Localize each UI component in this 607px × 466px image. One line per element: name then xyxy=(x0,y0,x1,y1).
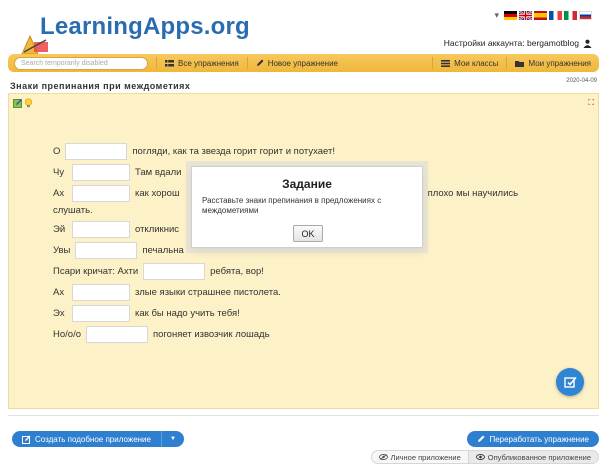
rework-label: Переработать упражнение xyxy=(489,434,589,444)
search-input[interactable]: Search temporarily disabled xyxy=(14,56,148,70)
footer-divider xyxy=(8,415,599,416)
line-suffix: погляди, как та звезда горит горит и пот… xyxy=(132,146,335,157)
create-similar-label: Создать подобное приложение xyxy=(35,434,151,444)
menu-new-exercise-label: Новое упражнение xyxy=(267,58,338,68)
exercise-line: Псари кричат: Ахти ребята, вор! xyxy=(53,263,264,280)
lightbulb-icon[interactable] xyxy=(24,98,33,108)
line-prefix: О xyxy=(53,146,61,157)
menu-right: Мои классы Мои упражнения xyxy=(432,57,599,69)
line-suffix: печальна xyxy=(142,245,184,256)
flag-ru-icon[interactable] xyxy=(579,11,592,20)
published-app-option[interactable]: Опубликованное приложение xyxy=(468,450,599,464)
line-tail: плохо мы научились xyxy=(427,188,519,199)
page-date: 2020-04-09 xyxy=(566,78,597,84)
folder-icon xyxy=(515,60,525,67)
line-suffix: откликнис xyxy=(135,224,179,235)
dialog-text: Расставьте знаки препинания в предложени… xyxy=(202,196,382,215)
menu-all-exercises-label: Все упражнения xyxy=(178,58,239,68)
line-suffix: погоняет извозчик лошадь xyxy=(153,329,270,340)
published-app-label: Опубликованное приложение xyxy=(487,452,591,462)
edit-icon xyxy=(22,435,31,444)
line-prefix: Увы xyxy=(53,245,71,256)
line-prefix: Ах xyxy=(53,188,65,199)
check-answers-button[interactable] xyxy=(556,368,584,396)
menu-new-exercise[interactable]: Новое упражнение xyxy=(246,57,346,69)
flag-it-icon[interactable] xyxy=(564,11,577,20)
exercise-line: Но/о/о погоняет извозчик лошадь xyxy=(53,326,270,343)
ok-button[interactable]: OK xyxy=(293,225,323,242)
menu-all-exercises[interactable]: Все упражнения xyxy=(156,57,247,69)
page-title: Знаки препинания при междометиях xyxy=(10,81,191,91)
eye-slash-icon xyxy=(378,454,388,460)
answer-input[interactable] xyxy=(72,305,130,322)
menu-my-apps[interactable]: Мои упражнения xyxy=(506,57,599,69)
answer-input[interactable] xyxy=(72,284,130,301)
flag-es-icon[interactable] xyxy=(534,11,547,20)
line-suffix: злые языки страшнее пистолета. xyxy=(135,287,281,298)
fullscreen-icon[interactable]: ⛶ xyxy=(588,98,594,108)
line-prefix: Псари кричат: Ахти xyxy=(53,266,139,277)
line-suffix: как бы надо учить тебя! xyxy=(135,308,240,319)
exercise-line: Увы печальна xyxy=(53,242,184,259)
line-prefix: Эй xyxy=(53,224,66,235)
line-suffix: ребята, вор! xyxy=(210,266,264,277)
exercise-line: О погляди, как та звезда горит горит и п… xyxy=(53,143,335,160)
pencil-icon xyxy=(478,435,485,442)
logo-text: LearningApps.org xyxy=(40,13,250,40)
answer-input[interactable] xyxy=(75,242,138,259)
exercise-line: Эй откликнис xyxy=(53,221,179,238)
line-text: слушать. xyxy=(53,205,93,216)
flag-de-icon[interactable] xyxy=(504,11,517,20)
exercise-tools xyxy=(13,98,33,108)
grid-icon xyxy=(165,59,174,66)
pencil-icon xyxy=(256,59,264,66)
answer-input[interactable] xyxy=(143,263,206,280)
chevron-down-icon[interactable]: ▾ xyxy=(494,10,499,21)
chevron-down-icon[interactable]: ▼ xyxy=(160,431,184,447)
rework-button[interactable]: Переработать упражнение xyxy=(467,431,599,447)
menu-my-apps-label: Мои упражнения xyxy=(528,58,591,68)
line-suffix: Там вдали xyxy=(135,167,182,178)
answer-input[interactable] xyxy=(86,326,148,343)
exercise-line: Эх как бы надо учить тебя! xyxy=(53,305,240,322)
menu-bar: Search temporarily disabled Все упражнен… xyxy=(8,54,599,72)
user-icon xyxy=(583,39,592,48)
exercise-line: слушать. xyxy=(53,205,93,216)
line-prefix: Ах xyxy=(53,287,65,298)
line-prefix: Чу xyxy=(53,167,65,178)
answer-input[interactable] xyxy=(72,164,130,181)
private-app-label: Личное приложение xyxy=(390,452,461,462)
task-dialog: Задание Расставьте знаки препинания в пр… xyxy=(191,166,423,248)
logo[interactable]: LearningApps.org xyxy=(10,4,250,56)
flag-gb-icon[interactable] xyxy=(519,11,532,20)
answer-input[interactable] xyxy=(65,143,128,160)
menu-my-classes-label: Мои классы xyxy=(454,58,499,68)
answer-input[interactable] xyxy=(72,221,130,238)
flag-fr-icon[interactable] xyxy=(549,11,562,20)
line-suffix: как хорош xyxy=(135,188,180,199)
list-icon xyxy=(441,59,451,67)
check-edit-icon xyxy=(563,376,577,388)
line-prefix: Эх xyxy=(53,308,65,319)
eye-icon xyxy=(475,454,485,460)
answer-input[interactable] xyxy=(72,185,130,202)
create-similar-button[interactable]: Создать подобное приложение ▼ xyxy=(12,431,184,447)
exercise-area: ⛶ О погляди, как та звезда горит горит и… xyxy=(8,93,599,409)
edit-icon[interactable] xyxy=(13,98,23,108)
visibility-toggle: Личное приложение Опубликованное приложе… xyxy=(370,450,599,464)
exercise-line: Чу Там вдали xyxy=(53,164,181,181)
menu-my-classes[interactable]: Мои классы xyxy=(432,57,506,69)
private-app-option[interactable]: Личное приложение xyxy=(370,450,469,464)
account-settings[interactable]: Настройки аккаунта: bergamotblog xyxy=(444,38,592,48)
account-label[interactable]: Настройки аккаунта: bergamotblog xyxy=(444,38,579,48)
header: LearningApps.org ▾ Настройки аккаунта: b… xyxy=(0,0,607,55)
dialog-title: Задание xyxy=(282,177,332,191)
line-prefix: Но/о/о xyxy=(53,329,81,340)
language-flags: ▾ xyxy=(494,10,592,21)
exercise-line: Ах злые языки страшнее пистолета. xyxy=(53,284,281,301)
